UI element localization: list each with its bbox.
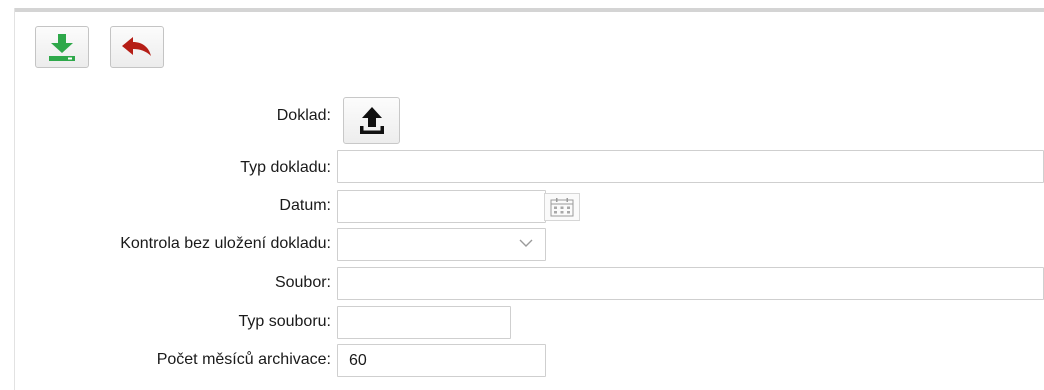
pocet-mesicu-label: Počet měsíců archivace: bbox=[156, 351, 331, 368]
typ-souboru-label: Typ souboru: bbox=[238, 313, 332, 330]
doklad-label: Doklad: bbox=[276, 107, 331, 124]
chevron-down-icon[interactable] bbox=[518, 236, 534, 250]
typ-dokladu-label: Typ dokladu: bbox=[240, 159, 331, 176]
kontrola-select[interactable] bbox=[337, 228, 546, 261]
save-button[interactable] bbox=[35, 26, 89, 68]
upload-icon bbox=[359, 106, 384, 134]
calendar-button[interactable] bbox=[544, 193, 580, 221]
kontrola-label: Kontrola bez uložení dokladu: bbox=[120, 235, 331, 252]
pocet-mesicu-value: 60 bbox=[349, 352, 367, 369]
back-button[interactable] bbox=[110, 26, 164, 68]
left-divider bbox=[14, 8, 15, 390]
download-save-icon bbox=[49, 34, 75, 61]
undo-arrow-icon bbox=[122, 37, 151, 56]
typ-souboru-field[interactable] bbox=[337, 306, 511, 339]
datum-label: Datum: bbox=[279, 197, 331, 214]
pocet-mesicu-field[interactable]: 60 bbox=[337, 344, 546, 377]
top-divider bbox=[14, 8, 1044, 12]
typ-dokladu-field[interactable] bbox=[337, 150, 1044, 183]
datum-field[interactable] bbox=[337, 190, 546, 223]
soubor-field[interactable] bbox=[337, 267, 1044, 300]
upload-doklad-button[interactable] bbox=[343, 97, 400, 144]
soubor-label: Soubor: bbox=[274, 274, 331, 291]
calendar-icon bbox=[550, 198, 574, 217]
